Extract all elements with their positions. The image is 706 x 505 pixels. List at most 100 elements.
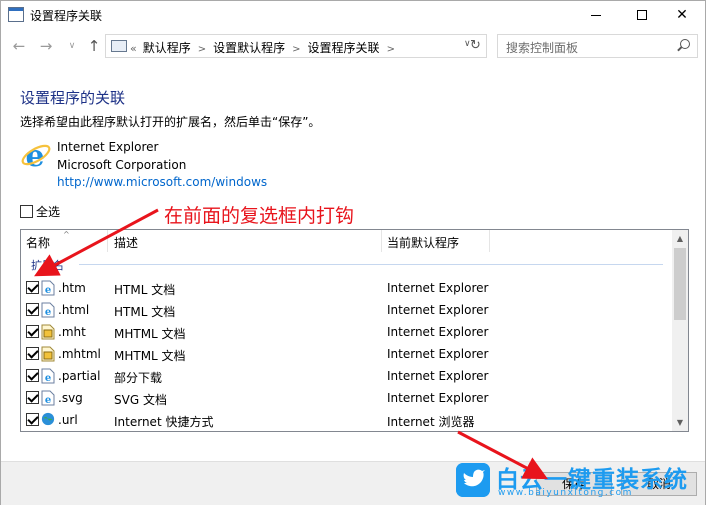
maximize-icon	[637, 10, 647, 20]
watermark: 白云一键重装系统 www.baiyunxitong.com	[456, 460, 704, 504]
column-header-name[interactable]: 名称	[26, 234, 50, 251]
svg-text:e: e	[45, 307, 51, 318]
title-bar: 设置程序关联 ✕	[1, 1, 705, 29]
column-header-current-default[interactable]: 当前默认程序	[387, 234, 459, 251]
arrow-left-icon[interactable]: ←	[10, 37, 28, 55]
minimize-button[interactable]	[573, 1, 619, 29]
row-extension: .htm	[58, 281, 86, 295]
chevron-right-icon[interactable]: >	[387, 44, 395, 55]
scrollbar-thumb[interactable]	[674, 248, 686, 320]
address-bar[interactable]: «默认程序 > 设置默认程序 > 设置程序关联 > ∨	[105, 34, 487, 58]
arrow-up-icon[interactable]: ↑	[85, 37, 103, 55]
row-checkbox[interactable]	[26, 369, 39, 382]
table-row[interactable]: e .html HTML 文档 Internet Explorer	[21, 299, 673, 321]
row-description: MHTML 文档	[114, 349, 186, 363]
row-checkbox[interactable]	[26, 413, 39, 426]
row-checkbox[interactable]	[26, 303, 39, 316]
table-row[interactable]: e .svg SVG 文档 Internet Explorer	[21, 387, 673, 409]
page-description: 选择希望由此程序默认打开的扩展名，然后单击“保存”。	[20, 115, 321, 129]
search-input[interactable]: 搜索控制面板	[497, 34, 698, 58]
select-all-checkbox[interactable]: 全选	[20, 203, 60, 220]
watermark-url: www.baiyunxitong.com	[498, 488, 633, 498]
program-url-link[interactable]: http://www.microsoft.com/windows	[57, 175, 267, 189]
globe-icon	[41, 412, 55, 428]
row-checkbox[interactable]	[26, 391, 39, 404]
row-default-program: Internet Explorer	[387, 303, 489, 317]
table-row[interactable]: .mhtml MHTML 文档 Internet Explorer	[21, 343, 673, 365]
ie-file-icon: e	[41, 280, 55, 296]
bird-logo-icon	[456, 463, 490, 497]
window-title: 设置程序关联	[30, 9, 103, 23]
column-divider[interactable]	[381, 230, 382, 252]
row-extension: .url	[58, 413, 78, 427]
row-description: SVG 文档	[114, 393, 167, 407]
svg-text:e: e	[45, 373, 51, 384]
row-checkbox[interactable]	[26, 347, 39, 360]
vertical-scrollbar[interactable]: ▲ ▼	[672, 230, 688, 431]
svg-text:e: e	[25, 139, 44, 171]
mhtml-file-icon	[41, 346, 55, 362]
breadcrumb: « 默认程序 > 设置默认程序 > 设置程序关联 >	[130, 39, 402, 56]
row-extension: .partial	[58, 369, 101, 383]
row-extension: .mht	[58, 325, 86, 339]
select-all-label: 全选	[36, 205, 61, 219]
row-checkbox[interactable]	[26, 281, 39, 294]
association-list[interactable]: ^ 名称 描述 当前默认程序 扩展名 e .htm HTML 文档 Internet …	[20, 229, 689, 432]
breadcrumb-item-set-default-programs[interactable]: 设置默认程序	[213, 41, 285, 55]
ie-file-icon: e	[41, 390, 55, 406]
chevron-right-icon[interactable]: >	[198, 44, 206, 55]
control-panel-icon	[8, 7, 24, 22]
search-icon[interactable]	[680, 39, 690, 49]
row-default-program: Internet Explorer	[387, 325, 489, 339]
scroll-up-icon[interactable]: ▲	[672, 230, 688, 247]
list-rows: e .htm HTML 文档 Internet Explorer e .html HTML …	[21, 277, 673, 431]
dialog-window: 设置程序关联 ✕ ← → ∨ ↑ «默认程序 > 设置默认程序 > 设置程序关联 > ∨ …	[0, 0, 706, 505]
svg-text:e: e	[45, 395, 51, 406]
close-icon: ✕	[676, 7, 688, 23]
row-default-program: Internet Explorer	[387, 281, 489, 295]
page-title: 设置程序的关联	[20, 89, 126, 107]
scroll-down-icon[interactable]: ▼	[672, 414, 688, 431]
svg-text:e: e	[45, 285, 51, 296]
row-default-program: Internet Explorer	[387, 369, 489, 383]
row-extension: .svg	[58, 391, 83, 405]
row-description: HTML 文档	[114, 283, 176, 297]
ie-file-icon: e	[41, 302, 55, 318]
row-default-program: Internet 浏览器	[387, 415, 475, 429]
internet-explorer-icon: e	[21, 139, 51, 171]
row-description: Internet 快捷方式	[114, 415, 214, 429]
breadcrumb-overflow[interactable]: «	[130, 42, 137, 55]
mhtml-file-icon	[41, 324, 55, 340]
column-header-description[interactable]: 描述	[114, 234, 138, 251]
program-company: Microsoft Corporation	[57, 158, 187, 172]
close-button[interactable]: ✕	[659, 1, 705, 29]
list-header: ^ 名称 描述 当前默认程序	[21, 230, 673, 254]
column-divider[interactable]	[107, 230, 108, 252]
column-divider[interactable]	[489, 230, 490, 252]
ie-file-icon: e	[41, 368, 55, 384]
table-row[interactable]: e .htm HTML 文档 Internet Explorer	[21, 277, 673, 299]
breadcrumb-item-default-programs[interactable]: 默认程序	[143, 41, 191, 55]
sort-ascending-icon: ^	[63, 230, 70, 239]
row-extension: .mhtml	[58, 347, 101, 361]
recent-locations-chevron-icon[interactable]: ∨	[63, 41, 81, 51]
group-header-extensions[interactable]: 扩展名	[31, 257, 64, 273]
row-checkbox[interactable]	[26, 325, 39, 338]
refresh-icon[interactable]: ↻	[465, 34, 487, 58]
select-all-box[interactable]	[20, 205, 33, 218]
breadcrumb-item-set-associations[interactable]: 设置程序关联	[308, 41, 380, 55]
row-default-program: Internet Explorer	[387, 347, 489, 361]
table-row[interactable]: .url Internet 快捷方式 Internet 浏览器	[21, 409, 673, 431]
control-panel-icon	[111, 40, 127, 52]
arrow-right-icon[interactable]: →	[37, 37, 55, 55]
row-extension: .html	[58, 303, 90, 317]
group-divider	[79, 264, 663, 265]
table-row[interactable]: .mht MHTML 文档 Internet Explorer	[21, 321, 673, 343]
row-description: 部分下载	[114, 371, 163, 385]
chevron-right-icon[interactable]: >	[292, 44, 300, 55]
navigation-bar: ← → ∨ ↑ «默认程序 > 设置默认程序 > 设置程序关联 > ∨ ↻ 搜索控制面板	[1, 31, 705, 61]
table-row[interactable]: e .partial 部分下载 Internet Explorer	[21, 365, 673, 387]
annotation-text: 在前面的复选框内打钩	[164, 205, 355, 227]
minimize-icon	[591, 14, 601, 16]
program-name: Internet Explorer	[57, 140, 159, 154]
